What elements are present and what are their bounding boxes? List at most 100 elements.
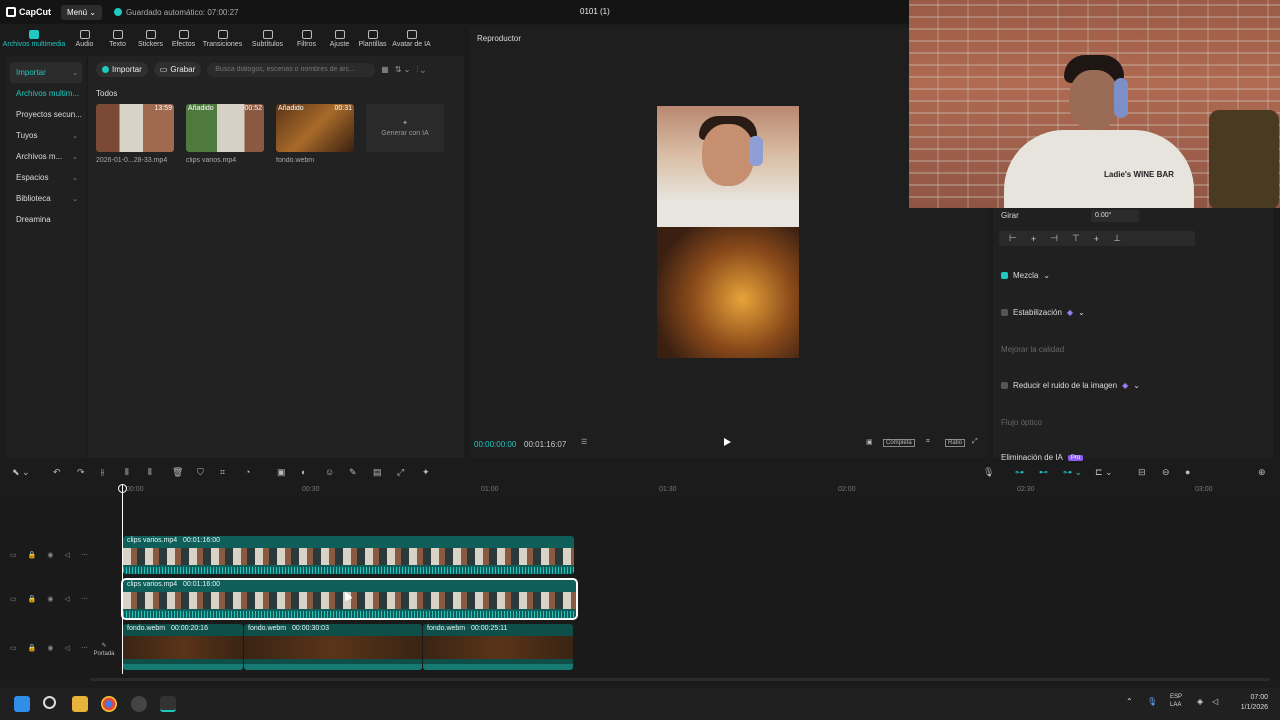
- audio-icon[interactable]: ◁: [64, 595, 69, 603]
- zoom-fit-icon[interactable]: ⊕: [1258, 467, 1266, 478]
- preview-axis-icon[interactable]: ⊏ ⌄: [1095, 467, 1113, 478]
- trim-left-icon[interactable]: ⫴: [125, 467, 129, 478]
- align-bottom-icon[interactable]: ⊥: [1113, 233, 1121, 244]
- sidebar-item-library[interactable]: Biblioteca ⌄: [10, 188, 82, 209]
- crop-icon[interactable]: ⌗: [926, 438, 930, 446]
- sidebar-item-spaces[interactable]: Espacios ⌄: [10, 167, 82, 188]
- background-clip[interactable]: fondo.webm 00:00:25:11: [423, 624, 573, 670]
- align-center-icon[interactable]: +: [1031, 234, 1036, 244]
- more-icon[interactable]: ⋯: [81, 644, 88, 652]
- reduce-noise-row[interactable]: Reducir el ruido de la imagen ◆ ⌄: [1001, 381, 1140, 390]
- ai-removal-row[interactable]: Eliminación de IA Pro: [1001, 453, 1084, 462]
- import-button[interactable]: Importar: [96, 62, 148, 77]
- audio-icon[interactable]: ◁: [64, 644, 69, 652]
- language-indicator[interactable]: ESP LAA: [1170, 693, 1182, 709]
- zoom-slider-icon[interactable]: ●: [1185, 467, 1190, 477]
- captions-icon[interactable]: ⊟: [1138, 467, 1146, 478]
- link-icon[interactable]: ⊶ ⌄: [1063, 467, 1082, 478]
- wifi-icon[interactable]: ◈: [1197, 697, 1203, 706]
- split-icon[interactable]: ⫲: [101, 467, 104, 478]
- align-top-icon[interactable]: ⊤: [1072, 233, 1080, 244]
- select-tool-icon[interactable]: ⬉ ⌄: [12, 467, 30, 478]
- eye-icon[interactable]: ◉: [47, 551, 53, 559]
- video-clip[interactable]: clips varios.mp4 00:01:16:00: [123, 536, 574, 574]
- stabilization-checkbox[interactable]: [1001, 309, 1008, 316]
- background-clip[interactable]: fondo.webm 00:00:20:16: [123, 624, 243, 670]
- generate-ai-card[interactable]: ✦ Generar con IA: [366, 104, 444, 152]
- mirror-icon[interactable]: ◐: [301, 467, 306, 477]
- ai-tool-icon[interactable]: ✦: [422, 467, 430, 478]
- blend-checkbox[interactable]: [1001, 272, 1008, 279]
- zoom-out-icon[interactable]: ⊖: [1162, 467, 1170, 478]
- filter-icon[interactable]: ⫶ ⌄: [416, 65, 425, 75]
- chrome-icon[interactable]: [101, 696, 117, 712]
- fullscreen-icon[interactable]: ⤢: [972, 438, 978, 446]
- align-left-icon[interactable]: ⊢: [1009, 233, 1017, 244]
- project-title[interactable]: 0101 (1): [580, 7, 610, 16]
- media-item[interactable]: Añadido 00:52 clips varios.mp4: [186, 104, 264, 164]
- app-icon[interactable]: [131, 696, 147, 712]
- tab-transitions[interactable]: Transiciones: [200, 24, 245, 52]
- microphone-icon[interactable]: 🎙: [1147, 697, 1157, 706]
- align-middle-icon[interactable]: +: [1094, 234, 1099, 244]
- stabilization-row[interactable]: Estabilización ◆ ⌄: [1001, 308, 1085, 317]
- fit-mode-button[interactable]: Completa: [883, 439, 915, 447]
- record-button[interactable]: ▭ Grabar: [153, 62, 202, 77]
- video-preview[interactable]: [657, 106, 799, 358]
- audio-icon[interactable]: ◁: [64, 551, 69, 559]
- search-icon[interactable]: [43, 696, 56, 709]
- tab-subtitles[interactable]: Subtítulos: [245, 24, 290, 52]
- eye-icon[interactable]: ◉: [47, 644, 53, 652]
- undo-icon[interactable]: ↶: [53, 467, 61, 478]
- sidebar-item-secondary-projects[interactable]: Proyectos secun...: [10, 104, 82, 125]
- more-icon[interactable]: ⋯: [81, 551, 88, 559]
- caption-icon[interactable]: ▤: [373, 467, 382, 478]
- subtitle-toggle-icon[interactable]: ▣: [866, 438, 873, 446]
- tab-effects[interactable]: Efectos: [167, 24, 200, 52]
- background-clip[interactable]: fondo.webm 00:00:30:03: [244, 624, 422, 670]
- sidebar-item-dreamina[interactable]: Dreamina: [10, 209, 82, 230]
- reduce-noise-checkbox[interactable]: [1001, 382, 1008, 389]
- delete-icon[interactable]: 🗑: [172, 467, 183, 478]
- remove-bg-icon[interactable]: ☺: [325, 467, 334, 477]
- shield-icon[interactable]: ⛉: [197, 467, 204, 478]
- trim-right-icon[interactable]: ⫴: [148, 467, 152, 478]
- tab-filters[interactable]: Filtros: [290, 24, 323, 52]
- play-button[interactable]: [724, 438, 731, 446]
- rotate-input[interactable]: 0.00°: [1091, 210, 1139, 222]
- media-item[interactable]: Añadido 00:31 fondo.webm: [276, 104, 354, 164]
- markers-icon[interactable]: ☰: [581, 438, 587, 446]
- media-search-input[interactable]: [207, 62, 376, 77]
- sidebar-item-yours[interactable]: Tuyos ⌄: [10, 125, 82, 146]
- microphone-icon[interactable]: 🎙: [983, 467, 994, 478]
- cover-button[interactable]: ✎ Portada: [91, 638, 117, 660]
- tab-stickers[interactable]: Stickers: [134, 24, 167, 52]
- capcut-taskbar-icon[interactable]: [160, 696, 176, 712]
- tab-media[interactable]: Archivos multimedia: [0, 24, 68, 52]
- eye-icon[interactable]: ◉: [47, 595, 53, 603]
- playhead[interactable]: [118, 484, 127, 674]
- playhead-handle[interactable]: [118, 484, 127, 493]
- snap-icon[interactable]: ⊷: [1039, 467, 1048, 478]
- menu-button[interactable]: Menú ⌄: [61, 4, 102, 20]
- volume-icon[interactable]: ◁: [1212, 697, 1218, 706]
- align-right-icon[interactable]: ⊣: [1050, 233, 1058, 244]
- timeline-ruler[interactable]: 00:00 00:30 01:00 01:30 02:00 02:30 03:0…: [0, 484, 1280, 496]
- freeze-icon[interactable]: ▣: [277, 467, 286, 478]
- tab-text[interactable]: Texto: [101, 24, 134, 52]
- sort-icon[interactable]: ⇅ ⌄: [395, 65, 411, 74]
- system-clock[interactable]: 07:00 1/1/2026: [1232, 693, 1268, 713]
- tab-ai-avatar[interactable]: Avatar de IA: [389, 24, 434, 52]
- lock-icon[interactable]: 🔒: [28, 551, 37, 559]
- blend-row[interactable]: Mezcla ⌄: [1001, 271, 1050, 280]
- magic-icon[interactable]: ✎: [349, 467, 357, 478]
- grid-view-icon[interactable]: ▦: [381, 65, 389, 74]
- crop-icon[interactable]: ⌗: [220, 467, 225, 478]
- lock-icon[interactable]: 🔒: [28, 644, 37, 652]
- lock-icon[interactable]: 🔒: [28, 595, 37, 603]
- sidebar-item-files[interactable]: Archivos m... ⌄: [10, 146, 82, 167]
- more-icon[interactable]: ⋯: [81, 595, 88, 603]
- speed-icon[interactable]: ◔: [245, 467, 250, 477]
- redo-icon[interactable]: ↷: [77, 467, 85, 478]
- media-item[interactable]: 13:59 2026-01-0...28-33.mp4: [96, 104, 174, 164]
